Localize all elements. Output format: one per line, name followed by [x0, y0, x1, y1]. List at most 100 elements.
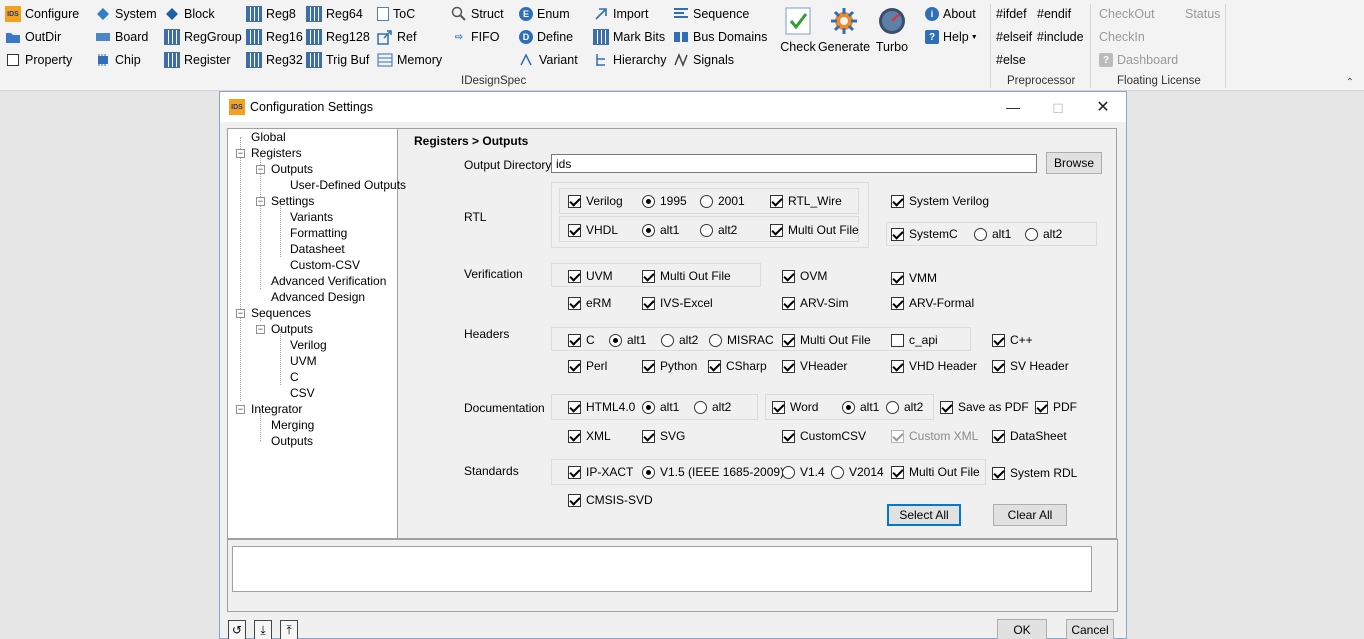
rtl-wire-checkbox[interactable]: RTL_Wire — [770, 193, 842, 209]
tree-item-user-defined-outputs[interactable]: User-Defined Outputs — [290, 178, 406, 193]
tree-item-uvm[interactable]: UVM — [290, 354, 317, 369]
tree-item-global[interactable]: Global — [251, 130, 286, 145]
tree-expander-sequences[interactable]: − — [236, 309, 245, 318]
bus-domains-button[interactable]: Bus Domains — [673, 27, 767, 47]
standards-multi-out-checkbox[interactable]: Multi Out File — [891, 464, 980, 480]
tree-expander-outputs[interactable]: − — [256, 165, 265, 174]
signals-button[interactable]: Signals — [673, 50, 734, 70]
close-button[interactable]: ✕ — [1080, 92, 1126, 122]
datasheet-checkbox[interactable]: DataSheet — [992, 428, 1067, 444]
tree-item-int-outputs[interactable]: Outputs — [271, 434, 313, 449]
tree-item-registers[interactable]: Registers — [251, 146, 302, 161]
browse-button[interactable]: Browse — [1046, 152, 1102, 174]
svg-checkbox[interactable]: SVG — [642, 428, 685, 444]
clear-all-button[interactable]: Clear All — [993, 504, 1067, 526]
vhdl-alt1-radio[interactable]: alt1 — [642, 222, 679, 238]
tree-item-variants[interactable]: Variants — [290, 210, 333, 225]
verif-multi-out-checkbox[interactable]: Multi Out File — [642, 268, 731, 284]
tree-item-merging[interactable]: Merging — [271, 418, 314, 433]
reg8-button[interactable]: Reg8 — [246, 4, 296, 24]
memory-button[interactable]: Memory — [377, 50, 442, 70]
reg128-button[interactable]: Reg128 — [306, 27, 370, 47]
tree-item-csv[interactable]: CSV — [290, 386, 315, 401]
csharp-checkbox[interactable]: CSharp — [708, 358, 767, 374]
system-verilog-checkbox[interactable]: System Verilog — [891, 193, 989, 209]
system-rdl-checkbox[interactable]: System RDL — [992, 465, 1077, 481]
tree-item-integrator[interactable]: Integrator — [251, 402, 302, 417]
checkin-button[interactable]: CheckIn — [1099, 27, 1145, 47]
import-settings-button[interactable]: ⤓ — [254, 620, 272, 639]
uvm-checkbox[interactable]: UVM — [568, 268, 613, 284]
enum-button[interactable]: E Enum — [519, 4, 570, 24]
ipxact-v2014-radio[interactable]: V2014 — [831, 464, 884, 480]
c-api-checkbox[interactable]: c_api — [891, 332, 938, 348]
variant-button[interactable]: Variant — [519, 50, 578, 70]
about-button[interactable]: i About — [925, 4, 976, 24]
vhd-header-checkbox[interactable]: VHD Header — [891, 358, 977, 374]
import-button[interactable]: Import — [593, 4, 648, 24]
board-button[interactable]: Board — [95, 27, 148, 47]
custom-csv-checkbox[interactable]: CustomCSV — [782, 428, 866, 444]
cancel-button[interactable]: Cancel — [1066, 619, 1114, 639]
tree-item-advanced-verification[interactable]: Advanced Verification — [271, 274, 386, 289]
tree-item-datasheet[interactable]: Datasheet — [290, 242, 345, 257]
tree-item-c[interactable]: C — [290, 370, 299, 385]
tree-expander-seq-outputs[interactable]: − — [256, 325, 265, 334]
tree-item-formatting[interactable]: Formatting — [290, 226, 347, 241]
vmm-checkbox[interactable]: VMM — [891, 270, 937, 286]
chip-button[interactable]: Chip — [95, 50, 141, 70]
tree-item-custom-csv[interactable]: Custom-CSV — [290, 258, 360, 273]
tree-item-settings[interactable]: Settings — [271, 194, 314, 209]
save-as-pdf-checkbox[interactable]: Save as PDF — [940, 399, 1029, 415]
ifdef-button[interactable]: #ifdef — [996, 4, 1027, 24]
pdf-checkbox[interactable]: PDF — [1035, 399, 1077, 415]
tree-expander-integrator[interactable]: − — [236, 405, 245, 414]
tree-item-outputs-selected[interactable]: Outputs — [271, 162, 314, 177]
checkout-button[interactable]: CheckOut — [1099, 4, 1155, 24]
word-alt1-radio[interactable]: alt1 — [842, 399, 879, 415]
html-alt1-radio[interactable]: alt1 — [642, 399, 679, 415]
perl-checkbox[interactable]: Perl — [568, 358, 607, 374]
register-button[interactable]: Register — [164, 50, 231, 70]
system-button[interactable]: System — [95, 4, 157, 24]
tree-item-seq-outputs[interactable]: Outputs — [271, 322, 313, 337]
ipxact-v15-radio[interactable]: V1.5 (IEEE 1685-2009) — [642, 464, 784, 480]
status-button[interactable]: Status — [1185, 4, 1220, 24]
toc-button[interactable]: ToC — [377, 4, 415, 24]
struct-button[interactable]: Struct — [451, 4, 504, 24]
select-all-button[interactable]: Select All — [887, 504, 961, 526]
reg64-button[interactable]: Reg64 — [306, 4, 363, 24]
word-checkbox[interactable]: Word — [772, 399, 818, 415]
tree-item-advanced-design[interactable]: Advanced Design — [271, 290, 365, 305]
mark-bits-button[interactable]: Mark Bits — [593, 27, 665, 47]
c-header-checkbox[interactable]: C — [568, 332, 595, 348]
tree-expander-settings[interactable]: − — [256, 197, 265, 206]
else-button[interactable]: #else — [996, 50, 1026, 70]
verilog-1995-radio[interactable]: 1995 — [642, 193, 687, 209]
ipxact-v14-radio[interactable]: V1.4 — [782, 464, 825, 480]
systemc-alt2-radio[interactable]: alt2 — [1025, 226, 1062, 242]
configure-button[interactable]: IDS Configure — [5, 4, 79, 24]
export-settings-button[interactable]: ⤒ — [280, 620, 298, 639]
html-checkbox[interactable]: HTML4.0 — [568, 399, 635, 415]
outdir-button[interactable]: OutDir — [5, 27, 61, 47]
tree-expander-registers[interactable]: − — [236, 149, 245, 158]
erm-checkbox[interactable]: eRM — [568, 295, 611, 311]
help-dropdown[interactable]: ? Help ▼ — [925, 27, 978, 47]
vhdl-checkbox[interactable]: VHDL — [568, 222, 618, 238]
ref-button[interactable]: Ref — [377, 27, 416, 47]
tree-item-sequences[interactable]: Sequences — [251, 306, 311, 321]
arv-formal-checkbox[interactable]: ARV-Formal — [891, 295, 974, 311]
turbo-button[interactable]: Turbo — [869, 6, 915, 56]
sv-header-checkbox[interactable]: SV Header — [992, 358, 1069, 374]
html-alt2-radio[interactable]: alt2 — [694, 399, 731, 415]
misrac-radio[interactable]: MISRAC — [709, 332, 774, 348]
vheader-checkbox[interactable]: VHeader — [782, 358, 847, 374]
headers-multi-out-checkbox[interactable]: Multi Out File — [782, 332, 871, 348]
reggroup-button[interactable]: RegGroup — [164, 27, 242, 47]
arv-sim-checkbox[interactable]: ARV-Sim — [782, 295, 848, 311]
custom-xml-checkbox[interactable]: Custom XML — [891, 428, 978, 444]
maximize-button[interactable]: ◻ — [1035, 92, 1081, 122]
endif-button[interactable]: #endif — [1037, 4, 1071, 24]
collapse-ribbon-icon[interactable]: ⌃ — [1346, 77, 1354, 88]
